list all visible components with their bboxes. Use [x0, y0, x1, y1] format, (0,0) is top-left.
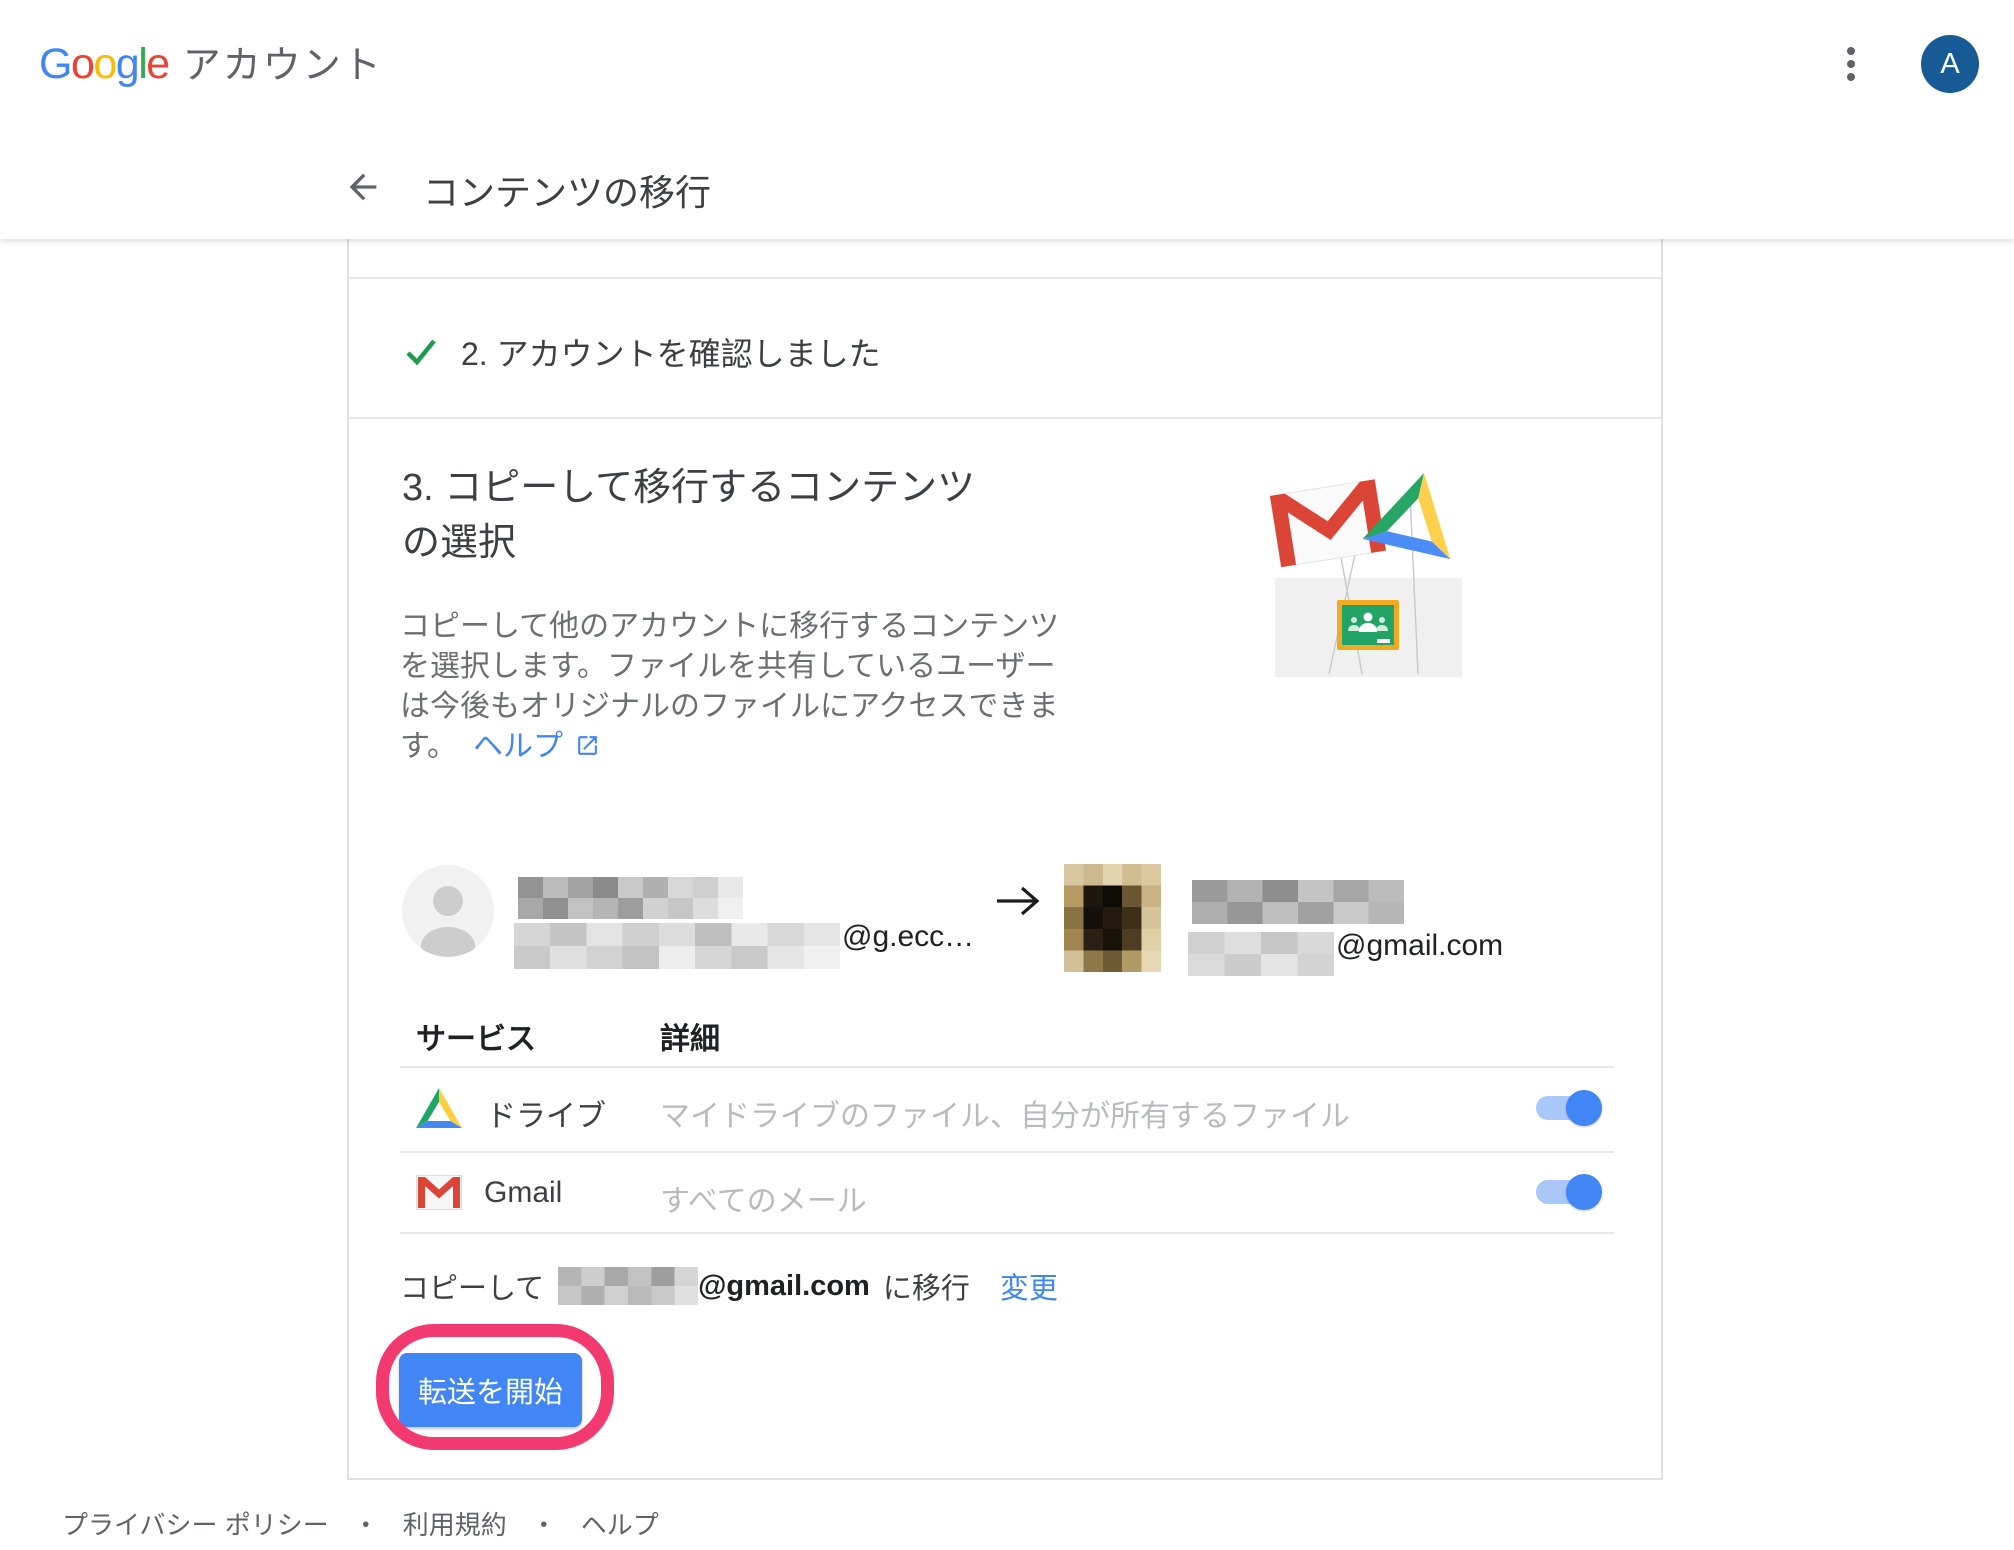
account-avatar[interactable]: A — [1921, 35, 1979, 93]
page-title: コンテンツの移行 — [423, 164, 711, 216]
transfer-destination-email: @gmail.com — [698, 1270, 870, 1303]
logo-letter: o — [71, 40, 93, 88]
logo-letter: o — [93, 40, 115, 88]
help-link[interactable]: ヘルプ — [581, 1505, 659, 1542]
start-transfer-button[interactable]: 転送を開始 — [399, 1353, 582, 1427]
start-transfer-label: 転送を開始 — [418, 1369, 563, 1411]
description-line4: す。 — [400, 727, 457, 767]
transfer-arrow-icon — [995, 883, 1041, 924]
divider — [349, 277, 1661, 279]
divider — [349, 417, 1661, 419]
drive-toggle[interactable] — [1536, 1090, 1602, 1126]
google-logo: Google — [39, 40, 169, 89]
source-avatar — [402, 865, 494, 962]
gmail-toggle[interactable] — [1536, 1174, 1602, 1210]
open-in-new-icon[interactable] — [575, 729, 600, 769]
gmail-icon — [416, 1175, 462, 1215]
help-link[interactable]: ヘルプ — [473, 727, 563, 767]
description-line: コピーして他のアカウントに移行するコンテンツ — [400, 607, 1059, 647]
destination-name-redacted — [1192, 880, 1404, 924]
product-name: アカウント — [183, 34, 383, 89]
page-footer: プライバシー ポリシー ・ 利用規約 ・ ヘルプ — [62, 1505, 659, 1542]
divider — [400, 1232, 1614, 1234]
source-email-redacted — [514, 923, 840, 969]
privacy-policy-link[interactable]: プライバシー ポリシー — [62, 1505, 329, 1542]
google-classroom-icon — [1337, 600, 1399, 650]
step3-heading: 3. コピーして移行するコンテンツ の選択 — [402, 461, 975, 571]
transfer-email-redacted — [558, 1267, 698, 1305]
service-row-label: ドライブ — [486, 1091, 606, 1135]
footer-separator: ・ — [531, 1505, 557, 1542]
logo-letter: e — [146, 40, 168, 88]
toggle-thumb — [1566, 1174, 1602, 1210]
logo-letter: g — [116, 40, 138, 88]
table-header-detail: 詳細 — [660, 1014, 720, 1058]
description-line: は今後もオリジナルのファイルにアクセスできま — [400, 687, 1059, 727]
google-drive-icon — [416, 1088, 462, 1134]
google-account-transfer-page: Google アカウント A コンテンツの移行 2. アカウントを確認しました … — [0, 0, 2014, 1550]
footer-separator: ・ — [353, 1505, 379, 1542]
change-link[interactable]: 変更 — [1000, 1265, 1058, 1307]
destination-avatar-redacted — [1064, 864, 1161, 972]
step3-heading-line1: 3. コピーして移行するコンテンツ — [402, 461, 975, 516]
destination-email-suffix: @gmail.com — [1336, 929, 1503, 963]
divider — [400, 1151, 1614, 1153]
transfer-destination-line: コピーして @gmail.com に移行 変更 — [400, 1265, 1058, 1307]
avatar-letter: A — [1940, 48, 1959, 81]
toggle-thumb — [1566, 1090, 1602, 1126]
service-row-label: Gmail — [484, 1176, 562, 1210]
logo-letter: G — [39, 40, 71, 88]
service-row-detail: すべてのメール — [660, 1176, 867, 1220]
step2-label: 2. アカウントを確認しました — [461, 329, 881, 375]
transfer-card: 2. アカウントを確認しました 3. コピーして移行するコンテンツ の選択 コピ… — [347, 239, 1663, 1480]
step3-description: コピーして他のアカウントに移行するコンテンツ を選択します。ファイルを共有してい… — [400, 607, 1059, 767]
terms-link[interactable]: 利用規約 — [403, 1505, 507, 1542]
green-check-icon — [402, 333, 440, 376]
step3-heading-line2: の選択 — [402, 516, 975, 571]
description-line: す。 ヘルプ — [400, 727, 1059, 767]
kebab-dots — [1845, 46, 1857, 82]
back-arrow-icon[interactable] — [343, 167, 383, 207]
description-line: を選択します。ファイルを共有しているユーザー — [400, 647, 1059, 687]
table-header-service: サービス — [416, 1014, 536, 1058]
source-name-redacted — [518, 877, 743, 919]
transfer-prefix: コピーして — [400, 1265, 544, 1307]
service-row-detail: マイドライブのファイル、自分が所有するファイル — [660, 1091, 1350, 1135]
kebab-menu-icon[interactable] — [1845, 46, 1857, 82]
source-email-suffix: @g.ecc… — [842, 920, 974, 954]
app-header: Google アカウント A コンテンツの移行 — [0, 0, 2014, 239]
google-account-logo[interactable]: Google アカウント — [39, 34, 383, 89]
gmail-envelope-icon — [1270, 479, 1386, 567]
destination-email-redacted — [1188, 932, 1334, 976]
divider — [400, 1066, 1614, 1068]
services-collage-illustration — [1258, 466, 1468, 682]
transfer-suffix: に移行 — [883, 1265, 970, 1307]
